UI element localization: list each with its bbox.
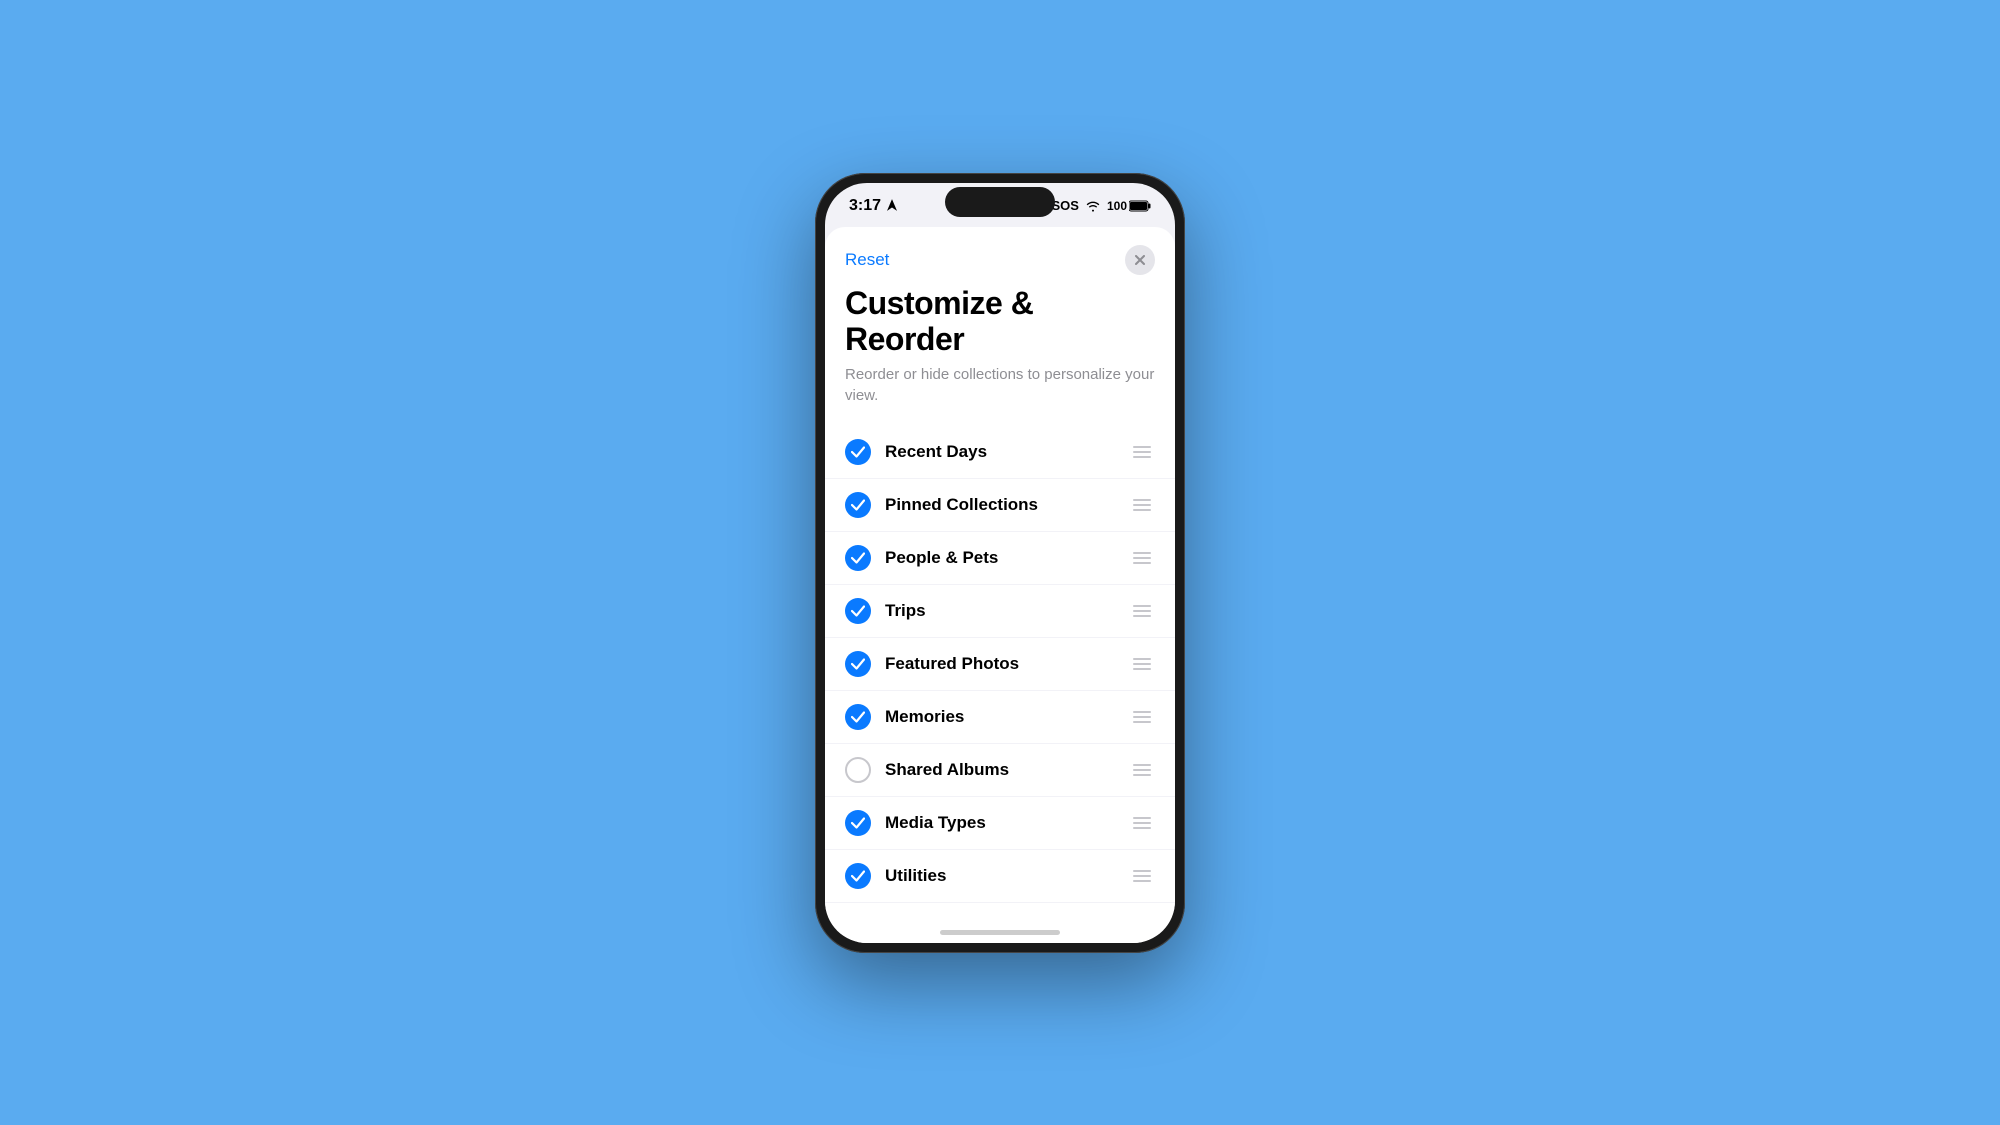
sheet-subtitle: Reorder or hide collections to personali… bbox=[825, 364, 1175, 426]
reset-button[interactable]: Reset bbox=[845, 250, 889, 270]
checked-icon-people-pets bbox=[845, 545, 871, 571]
unchecked-icon-shared-albums bbox=[845, 757, 871, 783]
drag-handle-trips[interactable] bbox=[1129, 601, 1155, 621]
checked-icon-utilities bbox=[845, 863, 871, 889]
checked-icon-media-types bbox=[845, 810, 871, 836]
close-button[interactable] bbox=[1125, 245, 1155, 275]
list-item-memories[interactable]: Memories bbox=[825, 691, 1175, 744]
home-indicator bbox=[825, 915, 1175, 943]
drag-handle-shared-albums[interactable] bbox=[1129, 760, 1155, 780]
drag-handle-media-types[interactable] bbox=[1129, 813, 1155, 833]
drag-handle-memories[interactable] bbox=[1129, 707, 1155, 727]
sheet-title: Customize &Reorder bbox=[825, 285, 1175, 365]
battery-indicator: 100 bbox=[1107, 199, 1151, 213]
item-label-trips: Trips bbox=[885, 601, 1129, 621]
sheet-header: Reset bbox=[825, 227, 1175, 285]
status-time: 3:17 bbox=[849, 197, 897, 215]
item-label-people-pets: People & Pets bbox=[885, 548, 1129, 568]
checked-icon-featured-photos bbox=[845, 651, 871, 677]
list-item-people-pets[interactable]: People & Pets bbox=[825, 532, 1175, 585]
items-list: Recent Days Pinned Collections bbox=[825, 426, 1175, 914]
checked-icon-pinned-collections bbox=[845, 492, 871, 518]
home-bar bbox=[940, 930, 1060, 935]
list-item-pinned-collections[interactable]: Pinned Collections bbox=[825, 479, 1175, 532]
item-label-shared-albums: Shared Albums bbox=[885, 760, 1129, 780]
drag-handle-people-pets[interactable] bbox=[1129, 548, 1155, 568]
wifi-icon bbox=[1085, 200, 1101, 212]
status-icons: SOS 100 bbox=[1052, 198, 1152, 213]
checked-icon-trips bbox=[845, 598, 871, 624]
drag-handle-pinned-collections[interactable] bbox=[1129, 495, 1155, 515]
item-label-pinned-collections: Pinned Collections bbox=[885, 495, 1129, 515]
close-icon bbox=[1135, 255, 1145, 265]
item-label-recent-days: Recent Days bbox=[885, 442, 1129, 462]
item-label-utilities: Utilities bbox=[885, 866, 1129, 886]
item-label-media-types: Media Types bbox=[885, 813, 1129, 833]
item-label-memories: Memories bbox=[885, 707, 1129, 727]
list-item-utilities[interactable]: Utilities bbox=[825, 850, 1175, 903]
phone-frame: 3:17 SOS 100 bbox=[815, 173, 1185, 953]
phone-screen: 3:17 SOS 100 bbox=[825, 183, 1175, 943]
drag-handle-utilities[interactable] bbox=[1129, 866, 1155, 886]
list-item-media-types[interactable]: Media Types bbox=[825, 797, 1175, 850]
drag-handle-featured-photos[interactable] bbox=[1129, 654, 1155, 674]
sos-label: SOS bbox=[1052, 198, 1079, 213]
checked-icon-memories bbox=[845, 704, 871, 730]
checked-icon-recent-days bbox=[845, 439, 871, 465]
drag-handle-recent-days[interactable] bbox=[1129, 442, 1155, 462]
sheet-container: Reset Customize &Reorder Reorder or hide… bbox=[825, 227, 1175, 915]
list-item-albums[interactable]: Albums bbox=[825, 903, 1175, 914]
dynamic-island bbox=[945, 187, 1055, 217]
list-item-shared-albums[interactable]: Shared Albums bbox=[825, 744, 1175, 797]
list-item-trips[interactable]: Trips bbox=[825, 585, 1175, 638]
list-item-featured-photos[interactable]: Featured Photos bbox=[825, 638, 1175, 691]
item-label-featured-photos: Featured Photos bbox=[885, 654, 1129, 674]
list-item-recent-days[interactable]: Recent Days bbox=[825, 426, 1175, 479]
